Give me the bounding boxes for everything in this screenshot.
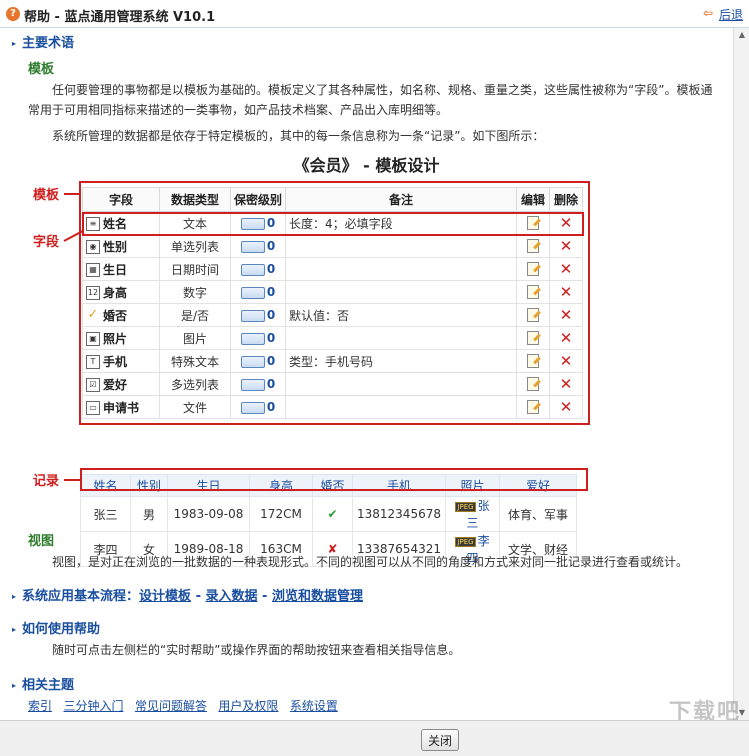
- footer-bar: 关闭: [0, 720, 749, 756]
- link-users-permissions[interactable]: 用户及权限: [218, 699, 278, 713]
- back-link[interactable]: 后退: [719, 6, 743, 23]
- photo-file-icon: JPEG: [455, 536, 476, 547]
- template-paragraph-1: 任何要管理的事物都是以模板为基础的。模板定义了其各种属性，如名称、规格、重量之类…: [28, 83, 713, 117]
- link-system-settings[interactable]: 系统设置: [290, 699, 338, 713]
- view-paragraph: 视图，是对正在浏览的一批数据的一种表现形式。不同的视图可以从不同的角度和方式来对…: [52, 555, 689, 569]
- link-index[interactable]: 索引: [28, 699, 52, 713]
- section-howto-heading[interactable]: ▸ 如何使用帮助: [12, 618, 100, 637]
- help-content: ▸ 主要术语 模板 任何要管理的事物都是以模板为基础的。模板定义了其各种属性，如名…: [0, 28, 733, 720]
- record-row[interactable]: 张三男 1983-09-08 172CM ✔ 13812345678 JPEG 张三 体育、军…: [80, 496, 577, 532]
- expand-triangle-icon: ▸: [12, 592, 17, 601]
- related-links: 索引 三分钟入门 常见问题解答 用户及权限 系统设置: [28, 696, 723, 716]
- label-record: 记录: [33, 474, 60, 489]
- record-height: 172CM: [249, 496, 313, 532]
- record-highlight-box: [80, 468, 588, 491]
- scroll-up-icon[interactable]: ▲: [737, 30, 747, 40]
- close-button[interactable]: 关闭: [421, 729, 459, 751]
- section-flow-heading: ▸ 系统应用基本流程：设计模板 - 录入数据 - 浏览和数据管理: [12, 589, 363, 604]
- record-name: 张三: [80, 496, 131, 532]
- template-paragraph-2: 系统所管理的数据都是依存于特定模板的，其中的每一条信息称为一条“记录”。如下图所…: [52, 129, 545, 143]
- label-template-line: [64, 193, 80, 195]
- link-enter-data[interactable]: 录入数据: [206, 589, 258, 604]
- title-bar: ? 帮助 - 蓝点通用管理系统 V10.1 ⇦ 后退: [0, 0, 749, 28]
- record-phone[interactable]: 13812345678: [352, 496, 446, 532]
- template-heading: 模板: [28, 62, 55, 77]
- record-birthday: 1983-09-08: [167, 496, 250, 532]
- link-faq[interactable]: 常见问题解答: [135, 699, 207, 713]
- help-icon: ?: [6, 7, 20, 21]
- label-template: 模板: [33, 188, 60, 203]
- expand-triangle-icon: ▸: [12, 681, 17, 690]
- link-design-template[interactable]: 设计模板: [139, 589, 191, 604]
- yes-check-icon: ✔: [327, 507, 338, 521]
- record-hobby: 体育、军事: [499, 496, 577, 532]
- howto-paragraph: 随时可点击左侧栏的“实时帮助”或操作界面的帮助按钮来查看相关指导信息。: [52, 643, 461, 657]
- back-arrow-icon[interactable]: ⇦: [703, 6, 713, 20]
- label-field: 字段: [33, 235, 60, 250]
- vertical-scrollbar[interactable]: ▲ ▼: [733, 28, 749, 720]
- label-record-line: [64, 479, 80, 481]
- field-highlight-box: [82, 212, 584, 236]
- section-terms-heading[interactable]: ▸ 主要术语: [12, 32, 74, 51]
- section-related-heading[interactable]: ▸ 相关主题: [12, 674, 74, 693]
- record-gender: 男: [130, 496, 168, 532]
- figure-title: 《会员》 - 模板设计: [293, 156, 440, 175]
- link-quick-start[interactable]: 三分钟入门: [63, 699, 123, 713]
- photo-file-icon: JPEG: [455, 501, 476, 512]
- expand-triangle-icon: ▸: [12, 39, 17, 48]
- expand-triangle-icon: ▸: [12, 625, 17, 634]
- link-browse-manage[interactable]: 浏览和数据管理: [272, 589, 363, 604]
- window-title: 帮助 - 蓝点通用管理系统 V10.1: [24, 10, 216, 25]
- view-heading: 视图: [28, 534, 55, 549]
